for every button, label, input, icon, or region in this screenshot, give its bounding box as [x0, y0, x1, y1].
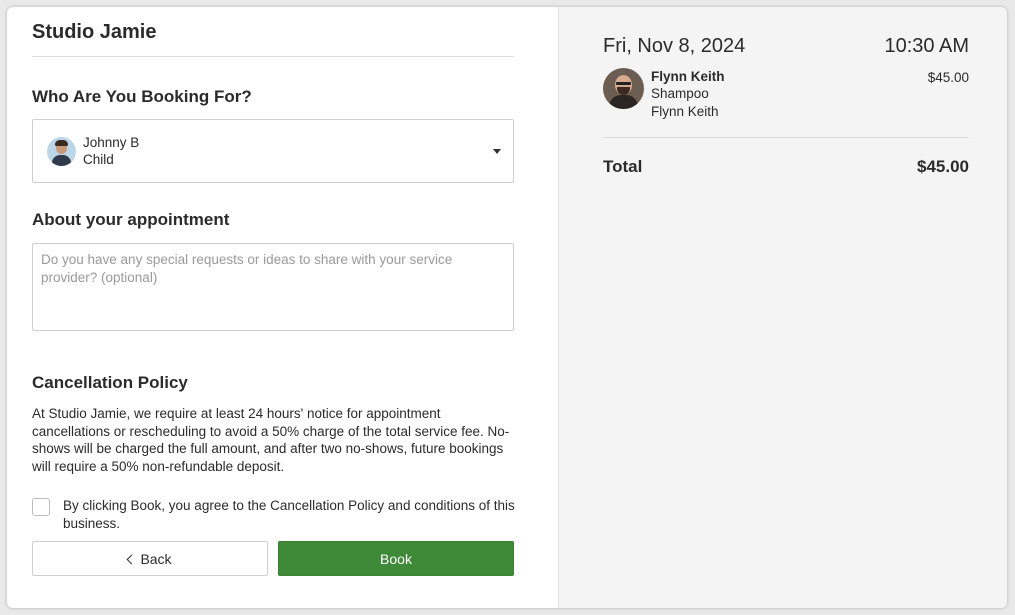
book-button[interactable]: Book	[278, 541, 514, 576]
booking-summary-panel: Fri, Nov 8, 2024 10:30 AM Flynn Keith Sh…	[558, 7, 1007, 608]
total-value: $45.00	[917, 157, 969, 176]
business-title: Studio Jamie	[32, 21, 157, 43]
cancellation-policy-text: At Studio Jamie, we require at least 24 …	[32, 406, 510, 474]
provider-avatar	[603, 68, 644, 109]
service-line-item: Flynn Keith Shampoo Flynn Keith $45.00	[603, 68, 969, 120]
summary-divider	[603, 137, 969, 138]
booking-for-select[interactable]: Johnny B Child	[32, 119, 514, 183]
selected-person-name: Johnny B	[83, 135, 140, 150]
service-name: Shampoo	[651, 86, 709, 101]
agree-label: By clicking Book, you agree to the Cance…	[63, 498, 515, 531]
total-row: Total $45.00	[603, 157, 969, 177]
chevron-left-icon	[126, 554, 137, 564]
selected-person-relation: Child	[83, 152, 114, 167]
booking-card: Studio Jamie Who Are You Booking For? Jo…	[7, 7, 1007, 608]
booking-form-panel: Studio Jamie Who Are You Booking For? Jo…	[7, 7, 558, 608]
service-price: $45.00	[927, 70, 969, 85]
book-button-label: Book	[380, 550, 412, 567]
agree-checkbox[interactable]	[32, 498, 50, 516]
total-label: Total	[603, 157, 643, 176]
booking-for-heading: Who Are You Booking For?	[32, 87, 252, 106]
title-divider	[32, 56, 514, 57]
cancellation-policy-heading: Cancellation Policy	[32, 373, 188, 392]
chevron-down-icon	[493, 149, 501, 154]
provider-name: Flynn Keith	[651, 69, 725, 84]
appointment-date: Fri, Nov 8, 2024	[603, 35, 746, 57]
back-button[interactable]: Back	[32, 541, 268, 576]
staff-name: Flynn Keith	[651, 103, 719, 119]
child-avatar	[47, 136, 76, 166]
about-appointment-heading: About your appointment	[32, 210, 230, 229]
back-button-label: Back	[140, 550, 172, 567]
appointment-notes-input[interactable]	[32, 243, 514, 331]
appointment-time: 10:30 AM	[884, 35, 969, 57]
